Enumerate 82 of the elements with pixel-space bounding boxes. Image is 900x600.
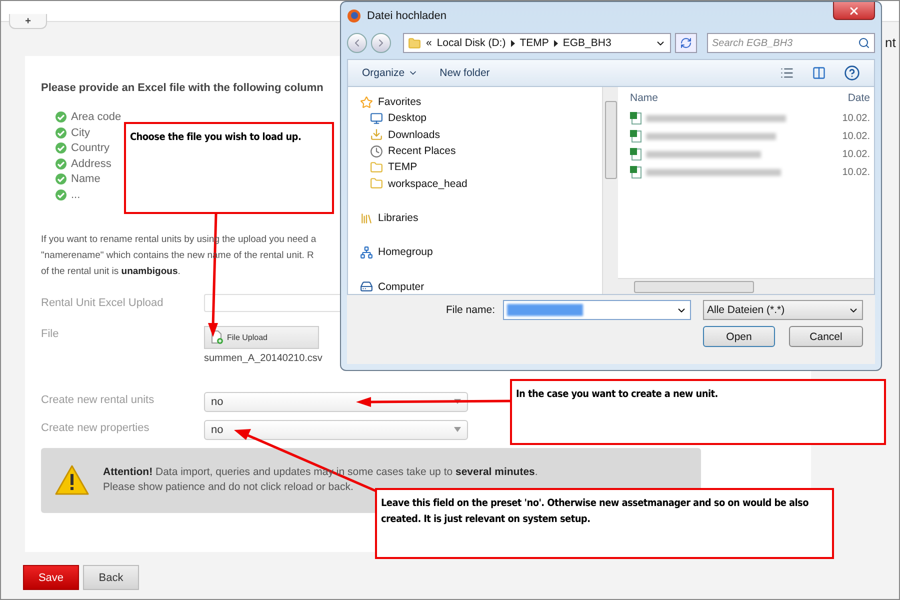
navigation-item[interactable]: Computer: [360, 280, 602, 294]
refresh-icon: [680, 37, 692, 49]
column-name: Address: [71, 158, 112, 170]
library-icon: [360, 212, 373, 225]
file-date: 10.02.: [842, 166, 871, 178]
close-icon: [848, 4, 860, 16]
navigation-item[interactable]: Downloads: [370, 128, 602, 142]
column-name: Name: [71, 173, 100, 185]
uploaded-file-name: summen_A_20140210.csv: [204, 352, 322, 364]
navigation-item[interactable]: workspace_head: [370, 176, 602, 191]
folder-icon: [370, 160, 383, 174]
dropdown[interactable]: no: [204, 392, 468, 412]
separator-icon: [510, 40, 515, 46]
file-type-dropdown[interactable]: Alle Dateien (*.*): [703, 300, 863, 320]
annotation-callout: Leave this field on the preset 'no'. Otherwise new assetmanager and so on would be also created. It is just relevant on system setup.: [375, 488, 834, 559]
spreadsheet-file-icon: [630, 112, 642, 124]
column-name: City: [71, 126, 90, 138]
folder-icon: [408, 36, 421, 50]
warning-icon: [55, 465, 89, 495]
preview-pane-icon[interactable]: [812, 66, 826, 80]
close-button[interactable]: [833, 2, 875, 20]
column-header[interactable]: Date: [848, 92, 870, 104]
separator-icon: [554, 40, 558, 46]
file-name-label: File name:: [446, 304, 495, 316]
field-label: Rental Unit Excel Upload: [41, 296, 164, 308]
back-button[interactable]: Back: [83, 565, 139, 590]
spreadsheet-file-icon: [630, 166, 642, 178]
dialog-title: Datei hochladen: [367, 10, 447, 22]
folder-icon: [370, 177, 383, 190]
cancel-button[interactable]: Cancel: [789, 326, 863, 347]
annotation-callout: In the case you want to create a new unit.: [510, 379, 886, 445]
clock-icon: [370, 144, 383, 158]
back-nav-button[interactable]: [347, 33, 367, 53]
file-upload-button[interactable]: File Upload: [204, 326, 319, 348]
search-field[interactable]: Search EGB_BH3: [707, 33, 875, 53]
download-folder-icon: [370, 128, 383, 142]
view-options-icon[interactable]: [780, 66, 794, 80]
field-label: File: [41, 326, 60, 340]
monitor-icon: [370, 112, 383, 125]
navigation-item[interactable]: Recent Places: [370, 144, 602, 158]
caret-icon: [454, 399, 461, 404]
vertical-scrollbar[interactable]: [602, 87, 618, 294]
browser-logo-icon: [347, 9, 361, 23]
dropdown[interactable]: no: [204, 420, 468, 440]
search-icon: [858, 37, 870, 49]
navigation-item[interactable]: TEMP: [370, 160, 602, 175]
star-icon: [360, 96, 373, 109]
caret-icon: [454, 427, 461, 432]
column-name: Country: [71, 142, 110, 154]
navigation-item[interactable]: Homegroup: [360, 245, 602, 260]
field-label: Create new rental units: [41, 392, 156, 406]
partial-text: nt: [885, 35, 896, 50]
new-tab-button[interactable]: +: [9, 14, 47, 29]
refresh-button[interactable]: [675, 33, 697, 53]
organize-menu[interactable]: Organize: [362, 67, 418, 79]
navigation-item[interactable]: Desktop: [370, 111, 602, 126]
file-name-field[interactable]: [503, 300, 691, 320]
column-name: ...: [71, 188, 80, 200]
navigation-item[interactable]: Libraries: [360, 210, 602, 226]
network-icon: [360, 246, 373, 259]
forward-nav-button[interactable]: [371, 33, 391, 53]
column-name: Area code: [71, 111, 122, 123]
path-segment[interactable]: EGB_BH3: [562, 37, 612, 49]
address-bar[interactable]: « Local Disk (D:) TEMP EGB_BH3: [403, 33, 671, 53]
open-button[interactable]: Open: [703, 326, 775, 347]
field-label: Create new properties: [41, 420, 150, 434]
path-segment[interactable]: TEMP: [520, 37, 549, 49]
file-date: 10.02.: [842, 148, 871, 160]
computer-icon: [360, 280, 373, 294]
annotation-callout: Choose the file you wish to load up.: [124, 122, 334, 214]
navigation-item[interactable]: Favorites: [360, 95, 602, 110]
spreadsheet-file-icon: [630, 148, 642, 160]
spreadsheet-file-icon: [630, 130, 642, 142]
file-date: 10.02.: [842, 112, 871, 124]
file-date: 10.02.: [842, 130, 871, 142]
instructions-heading: Please provide an Excel file with the following column: [41, 82, 324, 94]
horizontal-scrollbar[interactable]: [618, 278, 874, 294]
path-segment[interactable]: Local Disk (D:): [436, 37, 506, 49]
column-header[interactable]: Name: [630, 92, 658, 104]
new-folder-button[interactable]: New folder: [440, 67, 490, 79]
save-button[interactable]: Save: [23, 565, 79, 590]
help-icon[interactable]: [844, 65, 860, 81]
